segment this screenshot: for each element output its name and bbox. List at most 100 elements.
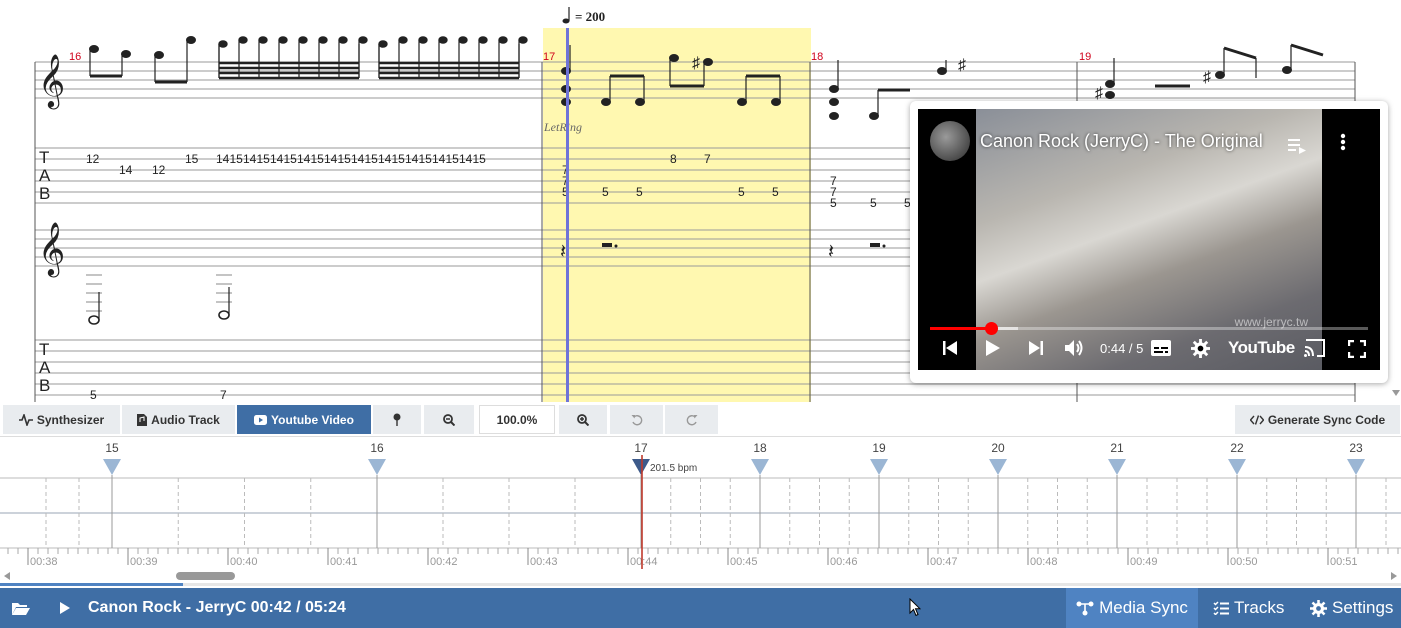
more-icon[interactable]: [1340, 133, 1346, 151]
code-icon: [1249, 414, 1264, 425]
scroll-down-icon[interactable]: [1392, 390, 1400, 396]
svg-text:5: 5: [90, 388, 97, 402]
tab-fret-number: 15: [257, 152, 271, 166]
svg-text:12: 12: [86, 152, 100, 166]
note-head: [318, 36, 328, 44]
next-icon[interactable]: [1028, 340, 1044, 356]
timeline-scrollbar-thumb[interactable]: [176, 572, 235, 580]
bar-marker-label: 16: [370, 441, 384, 455]
current-time: 00:42: [250, 599, 292, 616]
fullscreen-icon[interactable]: [1348, 340, 1366, 358]
bar-marker-handle[interactable]: [1108, 459, 1126, 475]
channel-avatar[interactable]: [930, 121, 970, 161]
youtube-player[interactable]: www.jerryc.tw Canon Rock (JerryC) - The …: [918, 109, 1380, 370]
bar-marker-label: 15: [105, 441, 119, 455]
time-ruler: 00:38 00:39 00:40 00:41 00:42 00:43 00:44 00:45…: [7, 548, 1399, 568]
tab-clef-1: T A B: [39, 148, 51, 203]
note-head: [258, 36, 268, 44]
bar-marker-label: 22: [1230, 441, 1244, 455]
time-label: 00:38: [30, 556, 58, 568]
bar-marker-handle[interactable]: [1347, 459, 1365, 475]
gear-icon: [1310, 599, 1327, 617]
bar-marker-handle[interactable]: [1228, 459, 1246, 475]
audio-track-button[interactable]: Audio Track: [122, 405, 235, 434]
svg-text:♯: ♯: [1095, 85, 1103, 102]
open-folder-icon[interactable]: [11, 601, 31, 616]
tab-fret-number: 14: [351, 152, 365, 166]
captions-icon[interactable]: [1151, 340, 1171, 356]
bar-marker-handle[interactable]: [870, 459, 888, 475]
note-head: [338, 36, 348, 44]
bar-marker-label: 17: [634, 441, 648, 455]
tab-clef-2: T A B: [39, 340, 51, 395]
redo-icon: [686, 414, 697, 425]
note-head: [278, 36, 288, 44]
svg-text:5: 5: [738, 185, 745, 199]
svg-text:T: T: [39, 340, 49, 359]
zoom-level: 100.0%: [479, 405, 555, 434]
zoom-in-icon: [577, 413, 589, 426]
bar-number: 18: [811, 51, 823, 63]
bar-marker-label: 20: [991, 441, 1005, 455]
volume-icon[interactable]: [1064, 338, 1086, 358]
undo-button[interactable]: [610, 405, 663, 434]
tab-fret-number: 15: [365, 152, 379, 166]
tracks-button[interactable]: Tracks: [1213, 588, 1284, 628]
tab-fret-number: 14: [378, 152, 392, 166]
score-view[interactable]: 𝄞 𝄞 T A B T A B 16 17 18 19 = 200 LetRin…: [0, 0, 1401, 402]
zoom-in-button[interactable]: [559, 405, 607, 434]
synthesizer-button[interactable]: Synthesizer: [3, 405, 120, 434]
song-title: Canon Rock - JerryC: [88, 599, 247, 616]
bar-marker-handle[interactable]: [751, 459, 769, 475]
tab-fret-number: 15: [473, 152, 487, 166]
tab-1-numbers: 12 14 12 15 14 15 14 15 14 15 14 15 14 15 14 15 14 15…: [86, 152, 486, 177]
svg-text:5: 5: [830, 196, 837, 210]
zoom-out-button[interactable]: [424, 405, 474, 434]
svg-text:15: 15: [185, 152, 199, 166]
settings-icon[interactable]: [1191, 339, 1210, 358]
bar-marker-handle[interactable]: [368, 459, 386, 475]
status-bar: Canon Rock - JerryC 00:42 / 05:24 Media …: [0, 588, 1401, 628]
sync-timeline[interactable]: 15 16 17 18 19 20 21 22 23 00:38 00:39 00:40 00:41 0…: [0, 436, 1401, 586]
video-title[interactable]: Canon Rock (JerryC) - The Original: [980, 131, 1263, 152]
note-head: [498, 36, 508, 44]
previous-icon[interactable]: [942, 340, 958, 356]
bar-marker-handle[interactable]: [103, 459, 121, 475]
svg-text:A: A: [39, 358, 51, 377]
play-icon[interactable]: [59, 601, 71, 615]
bar-marker-handle[interactable]: [989, 459, 1007, 475]
svg-text:7: 7: [704, 152, 711, 166]
video-scrubber[interactable]: [984, 322, 998, 335]
playback-cursor[interactable]: [566, 28, 569, 402]
svg-text:B: B: [39, 184, 50, 203]
cast-icon[interactable]: [1304, 339, 1326, 357]
svg-text:14: 14: [119, 163, 133, 177]
redo-button[interactable]: [665, 405, 718, 434]
bar-number: 17: [543, 51, 555, 63]
scroll-right-icon[interactable]: [1391, 572, 1397, 580]
time-label: 00:39: [130, 556, 158, 568]
scroll-left-icon[interactable]: [4, 572, 10, 580]
bar-marker-handle[interactable]: [632, 459, 650, 475]
add-marker-button[interactable]: [373, 405, 421, 434]
bar-marker-label: 23: [1349, 441, 1363, 455]
youtube-video-popup[interactable]: www.jerryc.tw Canon Rock (JerryC) - The …: [910, 101, 1388, 383]
tracks-icon: [1213, 601, 1229, 615]
audio-file-icon: [137, 413, 148, 426]
youtube-video-button[interactable]: Youtube Video: [237, 405, 371, 434]
media-sync-button[interactable]: Media Sync: [1066, 588, 1198, 628]
bar-markers[interactable]: 15 16 17 18 19 20 21 22 23: [103, 441, 1365, 475]
bar-marker-label: 18: [753, 441, 767, 455]
svg-text:7: 7: [220, 388, 227, 402]
settings-button[interactable]: Settings: [1310, 588, 1393, 628]
note-head: [238, 36, 248, 44]
timeline-canvas[interactable]: 15 16 17 18 19 20 21 22 23 00:38 00:39 00:40 00:41 0…: [0, 437, 1401, 586]
youtube-logo[interactable]: YouTube: [1228, 338, 1295, 358]
tab-fret-number: 14: [216, 152, 230, 166]
tab-fret-number: 15: [392, 152, 406, 166]
playlist-icon[interactable]: [1288, 137, 1308, 155]
generate-sync-code-button[interactable]: Generate Sync Code: [1235, 405, 1400, 434]
play-icon[interactable]: [985, 339, 1001, 357]
treble-clef-icon: 𝄞: [38, 221, 65, 277]
media-sync-toolbar: Synthesizer Audio Track Youtube Video 10…: [0, 402, 1401, 436]
